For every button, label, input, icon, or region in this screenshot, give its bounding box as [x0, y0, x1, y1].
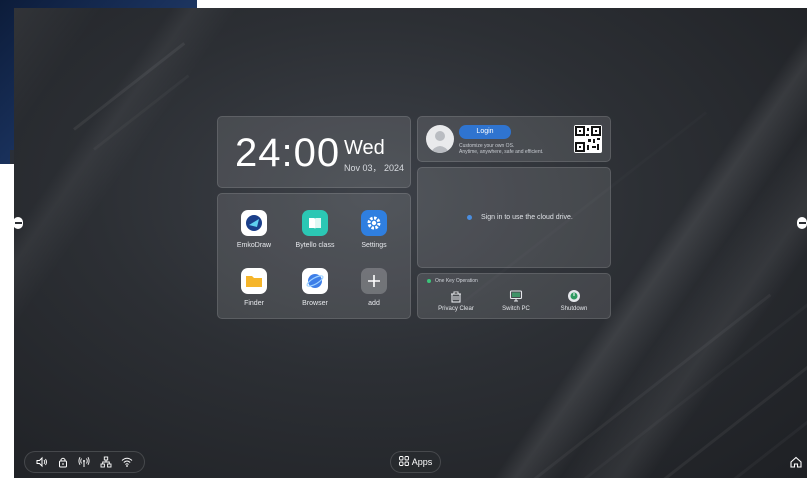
apps-label: Apps: [411, 457, 433, 467]
lock-icon[interactable]: [57, 456, 69, 468]
app-emkodraw[interactable]: EmkoDraw: [224, 210, 284, 249]
clock-date: Nov 03， 2024: [344, 163, 405, 173]
one-key-label: Switch PC: [502, 306, 530, 312]
switch-pc-button[interactable]: Switch PC: [486, 289, 546, 312]
right-sidebar-handle[interactable]: [797, 217, 807, 229]
app-browser[interactable]: Browser: [285, 268, 345, 307]
cloud-message: Sign in to use the cloud drive.: [481, 214, 573, 221]
wifi-icon[interactable]: [121, 456, 133, 468]
shutdown-button[interactable]: Shutdown: [544, 289, 604, 312]
grid-icon: [398, 456, 409, 468]
cloud-icon: [467, 215, 472, 220]
globe-icon: [302, 268, 328, 294]
one-key-label: Privacy Clear: [438, 306, 474, 312]
wallpaper-streak: [73, 42, 186, 131]
left-sidebar-handle[interactable]: [13, 217, 23, 229]
home-icon[interactable]: [789, 455, 803, 469]
speaker-icon[interactable]: [36, 456, 48, 468]
network-icon[interactable]: [100, 456, 112, 468]
avatar[interactable]: [426, 125, 454, 153]
qr-code-icon: [574, 125, 602, 153]
gear-icon: [361, 210, 387, 236]
wallpaper-streak: [533, 293, 772, 478]
clock-time: 24:00: [235, 131, 341, 175]
folder-icon: [241, 268, 267, 294]
apps-button[interactable]: Apps: [390, 451, 441, 473]
clock-widget: 24:00 Wed Nov 03， 2024: [217, 116, 411, 188]
app-settings[interactable]: Settings: [344, 210, 404, 249]
wallpaper-streak: [93, 74, 189, 150]
app-add[interactable]: add: [344, 268, 404, 307]
app-label: Browser: [302, 300, 328, 307]
login-tagline: Customize your own OS. Anytime, anywhere…: [459, 143, 543, 155]
app-grid: EmkoDraw Bytello class Settings Finder B…: [217, 193, 411, 319]
clock-day: Wed: [344, 137, 385, 159]
plus-icon: [361, 268, 387, 294]
power-icon: [567, 289, 581, 303]
app-label: Settings: [361, 242, 387, 249]
app-label: EmkoDraw: [236, 242, 272, 249]
system-tray: [24, 451, 145, 473]
one-key-widget: One Key Operation Privacy Clear Switch P…: [417, 273, 611, 319]
login-tagline-line: Anytime, anywhere, safe and efficient.: [459, 149, 544, 155]
app-bytello-class[interactable]: Bytello class: [285, 210, 345, 249]
book-icon: [302, 210, 328, 236]
privacy-clear-button[interactable]: Privacy Clear: [426, 289, 486, 312]
monitor-icon: [509, 289, 523, 303]
broom-icon: [449, 289, 463, 303]
login-button[interactable]: Login: [459, 125, 511, 139]
emkodraw-icon: [241, 210, 267, 236]
app-label: Bytello class: [295, 242, 335, 249]
cloud-drive-widget[interactable]: Sign in to use the cloud drive.: [417, 167, 611, 268]
antenna-icon[interactable]: [78, 456, 91, 468]
app-label: add: [368, 300, 380, 307]
app-label: Finder: [244, 300, 264, 307]
app-finder[interactable]: Finder: [224, 268, 284, 307]
login-widget: Login Customize your own OS. Anytime, an…: [417, 116, 611, 162]
one-key-label: Shutdown: [560, 306, 588, 312]
one-key-title: One Key Operation: [435, 278, 478, 284]
status-dot: [427, 279, 431, 283]
